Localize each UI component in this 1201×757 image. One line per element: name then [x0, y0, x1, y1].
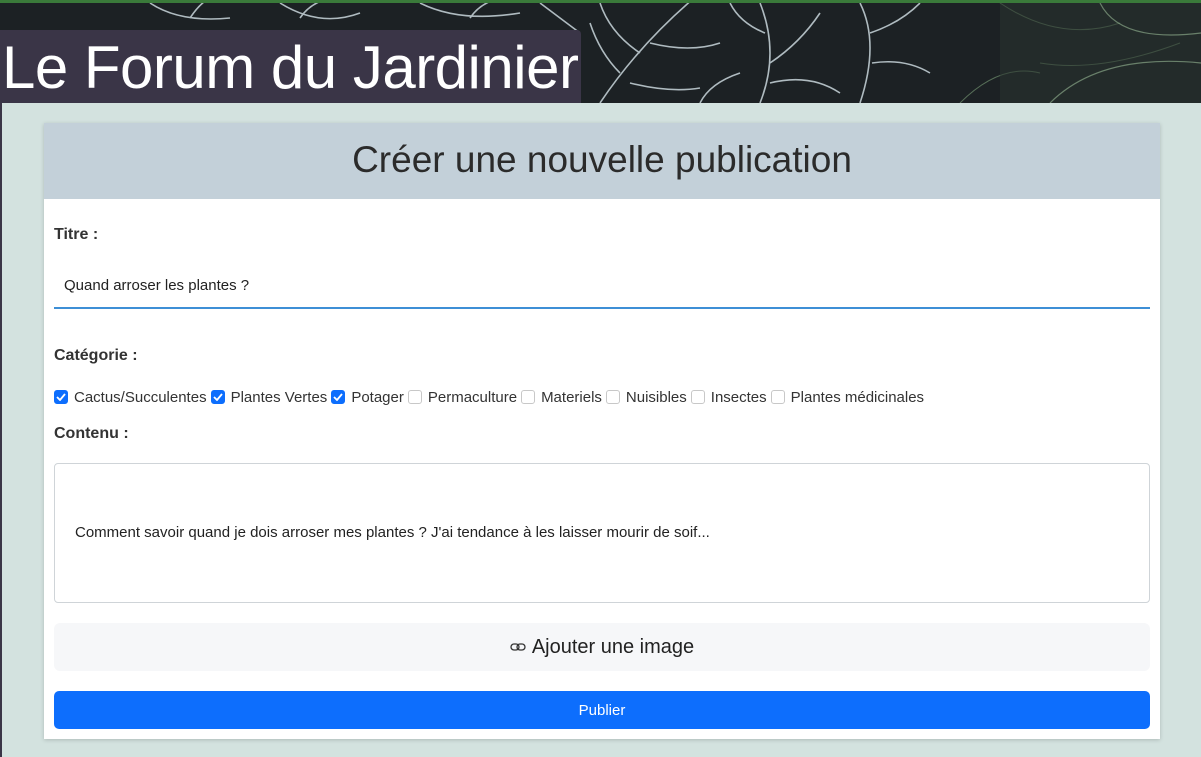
category-plantes-vertes-label: Plantes Vertes [230, 388, 328, 406]
category-nuisibles[interactable]: Nuisibles [605, 388, 687, 406]
new-post-card: Créer une nouvelle publication Titre : C… [44, 123, 1160, 739]
category-potager[interactable]: Potager [331, 389, 404, 406]
category-plantes-medicinales-label: Plantes médicinales [790, 388, 925, 406]
left-edge-strip [0, 103, 2, 757]
card-title: Créer une nouvelle publication [44, 123, 1160, 199]
checkbox-plantes-medicinales[interactable] [770, 390, 785, 404]
content-label: Contenu : [54, 425, 129, 442]
category-materiels-label: Materiels [541, 388, 602, 406]
checkbox-insectes[interactable] [690, 390, 705, 404]
category-label: Catégorie : [54, 347, 138, 364]
category-plantes-medicinales[interactable]: Plantes médicinales [770, 388, 925, 406]
content-textarea[interactable]: Comment savoir quand je dois arroser mes… [54, 463, 1150, 603]
checkbox-materiels[interactable] [521, 390, 536, 404]
category-plantes-vertes[interactable]: Plantes Vertes [210, 388, 328, 406]
checkbox-potager[interactable] [331, 390, 346, 404]
category-materiels[interactable]: Materiels [521, 389, 602, 406]
checkbox-permaculture[interactable] [407, 390, 422, 404]
checkbox-nuisibles[interactable] [605, 390, 620, 404]
category-insectes[interactable]: Insectes [690, 388, 767, 406]
category-potager-label: Potager [351, 388, 404, 406]
content-text: Comment savoir quand je dois arroser mes… [75, 524, 710, 541]
site-title: Le Forum du Jardinier [0, 30, 581, 103]
link-icon [510, 642, 526, 652]
add-image-label: Ajouter une image [531, 635, 695, 658]
publish-button[interactable]: Publier [54, 691, 1150, 729]
category-cactus-label: Cactus/Succulentes [74, 388, 207, 406]
title-input[interactable] [54, 263, 1150, 309]
category-insectes-label: Insectes [710, 388, 767, 406]
checkbox-plantes-vertes[interactable] [210, 390, 225, 404]
category-permaculture[interactable]: Permaculture [407, 388, 518, 406]
add-image-button[interactable]: Ajouter une image [54, 623, 1150, 671]
category-nuisibles-label: Nuisibles [625, 388, 687, 406]
category-cactus[interactable]: Cactus/Succulentes [54, 389, 207, 406]
category-checkbox-group: Cactus/Succulentes Plantes Vertes Potage… [54, 387, 928, 407]
header-banner: Le Forum du Jardinier [0, 0, 1201, 103]
category-permaculture-label: Permaculture [427, 388, 518, 406]
checkbox-cactus[interactable] [54, 390, 68, 404]
title-label: Titre : [54, 226, 99, 243]
